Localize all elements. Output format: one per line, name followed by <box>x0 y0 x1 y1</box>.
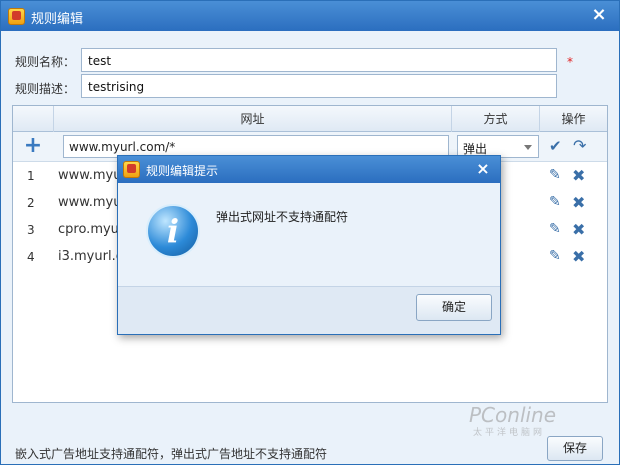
ok-button[interactable]: 确定 <box>416 294 492 321</box>
confirm-check-icon[interactable]: ✔ <box>549 137 562 155</box>
close-icon[interactable]: × <box>587 5 611 25</box>
save-button[interactable]: 保存 <box>547 436 603 461</box>
info-icon: i <box>146 204 200 258</box>
window-title: 规则编辑 <box>31 12 84 27</box>
row-number: 2 <box>27 196 35 210</box>
edit-pencil-icon[interactable]: ✎ <box>549 194 561 210</box>
watermark-logo: PConline <box>469 403 557 427</box>
delete-x-icon[interactable]: ✖ <box>572 166 585 185</box>
edit-pencil-icon[interactable]: ✎ <box>549 248 561 264</box>
col-actions-header: 操作 <box>539 106 607 132</box>
watermark-subtitle: 太平洋电脑网 <box>473 428 546 438</box>
dialog-close-icon[interactable]: × <box>472 158 494 180</box>
rule-desc-input[interactable]: testrising <box>81 74 557 98</box>
app-logo-icon <box>123 161 140 178</box>
rule-name-label: 规则名称： <box>15 55 76 69</box>
edit-pencil-icon[interactable]: ✎ <box>549 167 561 183</box>
row-number: 1 <box>27 169 35 183</box>
delete-x-icon[interactable]: ✖ <box>572 193 585 212</box>
dialog-titlebar: 规则编辑提示 × <box>118 156 500 183</box>
table-header: 网址 方式 操作 <box>13 106 607 132</box>
dialog-title: 规则编辑提示 <box>146 164 219 178</box>
add-icon[interactable]: + <box>23 135 43 157</box>
redo-arrow-icon[interactable]: ↷ <box>573 136 586 155</box>
rule-name-input[interactable]: test <box>81 48 557 72</box>
chevron-down-icon <box>524 145 532 150</box>
col-mode-header: 方式 <box>451 106 539 132</box>
delete-x-icon[interactable]: ✖ <box>572 220 585 239</box>
required-mark: * <box>567 55 573 69</box>
delete-x-icon[interactable]: ✖ <box>572 247 585 266</box>
rule-desc-label: 规则描述： <box>15 82 76 96</box>
alert-dialog: 规则编辑提示 × i 弹出式网址不支持通配符 确定 <box>117 155 501 335</box>
row-number: 4 <box>27 250 35 264</box>
mode-select-value: 弹出 <box>463 142 488 156</box>
edit-pencil-icon[interactable]: ✎ <box>549 221 561 237</box>
app-logo-icon <box>8 8 25 25</box>
window-titlebar: 规则编辑 × <box>1 1 619 31</box>
row-number: 3 <box>27 223 35 237</box>
col-url-header: 网址 <box>53 106 451 132</box>
dialog-message: 弹出式网址不支持通配符 <box>216 210 349 224</box>
footer-note: 嵌入式广告地址支持通配符，弹出式广告地址不支持通配符 <box>15 447 328 461</box>
